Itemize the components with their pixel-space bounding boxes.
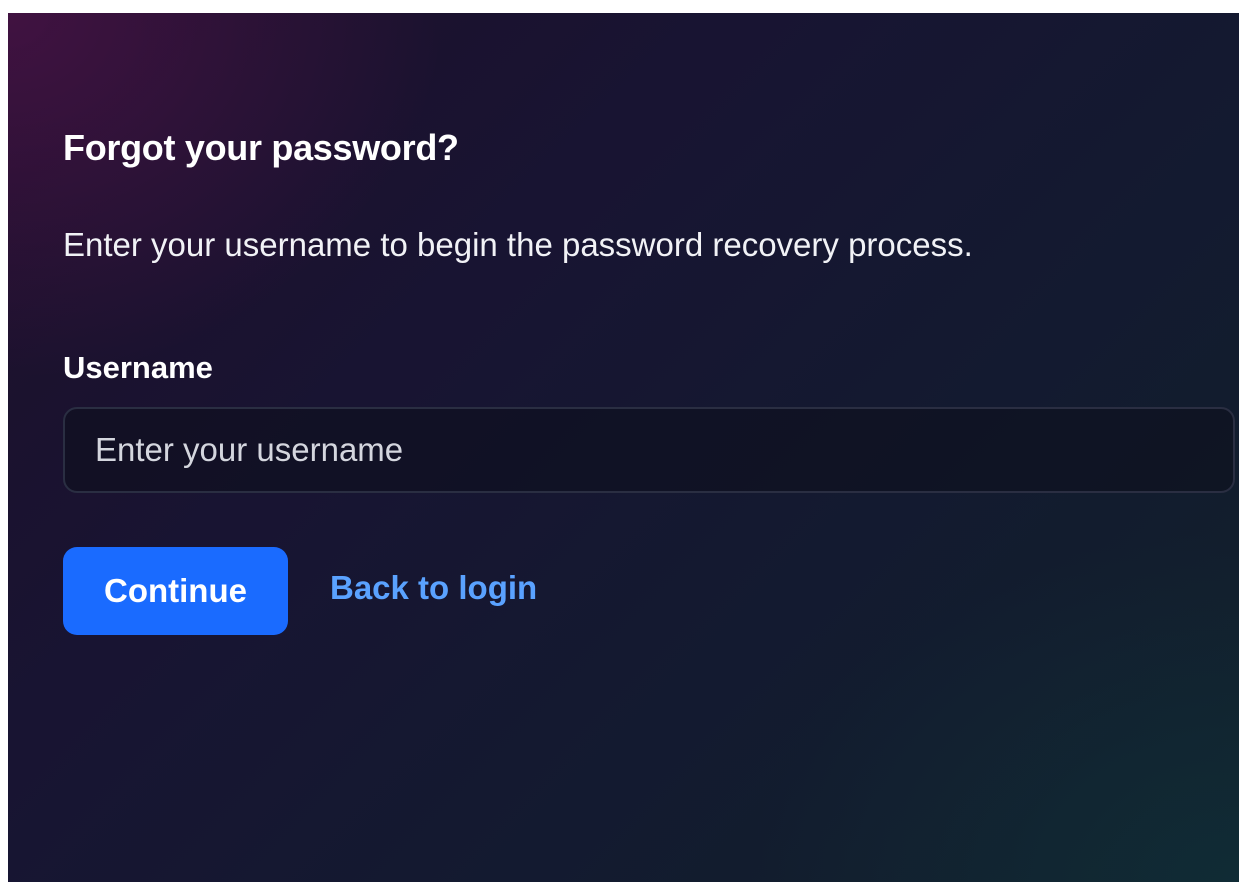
username-input[interactable] — [63, 407, 1235, 493]
page-description: Enter your username to begin the passwor… — [63, 226, 973, 263]
continue-button[interactable]: Continue — [63, 547, 288, 635]
back-to-login-link[interactable]: Back to login — [330, 569, 537, 607]
page-title: Forgot your password? — [63, 127, 459, 168]
password-recovery-panel: Forgot your password? Enter your usernam… — [8, 13, 1239, 882]
username-label: Username — [63, 350, 213, 385]
